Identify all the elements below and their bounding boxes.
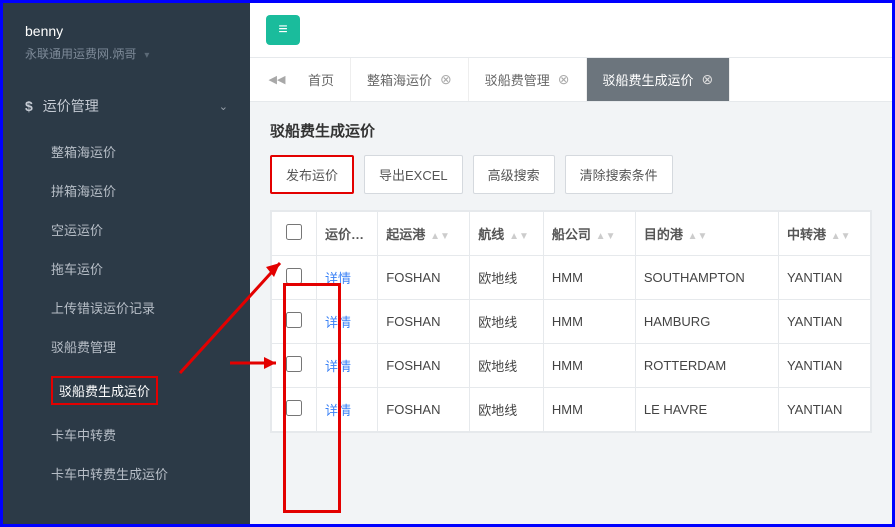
tab-2[interactable]: 驳船费管理 ⊗ [469, 58, 587, 101]
sort-icon[interactable]: ▲▼ [593, 231, 616, 242]
row-checkbox[interactable] [286, 400, 302, 416]
panel-title: 驳船费生成运价 [270, 120, 872, 141]
user-name: benny [25, 23, 228, 39]
clear-search-button[interactable]: 清除搜索条件 [565, 155, 673, 194]
cell-carrier: HMM [543, 344, 635, 388]
detail-link[interactable]: 详情 [325, 271, 351, 286]
close-icon[interactable]: ⊗ [558, 71, 570, 88]
th-route: 航线 [478, 227, 504, 242]
sort-icon[interactable]: ▲▼ [685, 231, 708, 242]
cell-dest: HAMBURG [635, 300, 778, 344]
cell-origin: FOSHAN [378, 388, 470, 432]
advanced-search-button[interactable]: 高级搜索 [473, 155, 555, 194]
user-block[interactable]: benny 永联通用运费网.炳哥 [3, 3, 250, 76]
sort-icon[interactable]: ▲▼ [506, 231, 529, 242]
chevron-down-icon: ⌄ [219, 100, 228, 113]
topbar: ≡ [250, 3, 892, 58]
th-detail: 运价详情 [325, 227, 377, 242]
cell-transit: YANTIAN [778, 300, 870, 344]
action-buttons: 发布运价 导出EXCEL 高级搜索 清除搜索条件 [270, 155, 872, 194]
cell-route: 欧地线 [470, 388, 544, 432]
cell-dest: LE HAVRE [635, 388, 778, 432]
nav-section-label: 运价管理 [43, 96, 99, 116]
cell-origin: FOSHAN [378, 344, 470, 388]
publish-button[interactable]: 发布运价 [270, 155, 354, 194]
tabs-bar: ◀◀ 首页 整箱海运价 ⊗ 驳船费管理 ⊗ 驳船费生成运价 ⊗ [250, 58, 892, 102]
tab-1[interactable]: 整箱海运价 ⊗ [351, 58, 469, 101]
table-row: 详情 FOSHAN欧地线HMMLE HAVREYANTIAN [272, 388, 871, 432]
tab-label: 驳船费生成运价 [603, 70, 694, 89]
detail-link[interactable]: 详情 [325, 315, 351, 330]
sidebar-item-1[interactable]: 拼箱海运价 [3, 171, 250, 210]
cell-transit: YANTIAN [778, 256, 870, 300]
tab-label: 整箱海运价 [367, 70, 432, 89]
cell-origin: FOSHAN [378, 256, 470, 300]
th-transit: 中转港 [787, 227, 826, 242]
cell-dest: SOUTHAMPTON [635, 256, 778, 300]
close-icon[interactable]: ⊗ [440, 71, 452, 88]
tab-0[interactable]: 首页 [292, 58, 351, 101]
sidebar-item-6[interactable]: 驳船费生成运价 [3, 366, 250, 415]
cell-route: 欧地线 [470, 256, 544, 300]
row-checkbox[interactable] [286, 312, 302, 328]
cell-route: 欧地线 [470, 344, 544, 388]
sidebar-item-8[interactable]: 卡车中转费生成运价 [3, 454, 250, 493]
cell-carrier: HMM [543, 300, 635, 344]
sidebar-item-5[interactable]: 驳船费管理 [3, 327, 250, 366]
close-icon[interactable]: ⊗ [702, 71, 714, 88]
tab-label: 驳船费管理 [485, 70, 550, 89]
th-origin: 起运港 [386, 227, 425, 242]
sort-icon[interactable]: ▲▼ [828, 231, 851, 242]
detail-link[interactable]: 详情 [325, 359, 351, 374]
table-row: 详情 FOSHAN欧地线HMMHAMBURGYANTIAN [272, 300, 871, 344]
hamburger-button[interactable]: ≡ [266, 15, 300, 45]
sort-icon[interactable]: ▲▼ [427, 231, 450, 242]
cell-carrier: HMM [543, 388, 635, 432]
cell-origin: FOSHAN [378, 300, 470, 344]
th-carrier: 船公司 [552, 227, 591, 242]
sidebar-item-2[interactable]: 空运运价 [3, 210, 250, 249]
th-dest: 目的港 [644, 227, 683, 242]
cell-dest: ROTTERDAM [635, 344, 778, 388]
user-info: 永联通用运费网.炳哥 [25, 45, 228, 62]
table-row: 详情 FOSHAN欧地线HMMSOUTHAMPTONYANTIAN [272, 256, 871, 300]
cell-transit: YANTIAN [778, 344, 870, 388]
sidebar-item-7[interactable]: 卡车中转费 [3, 415, 250, 454]
detail-link[interactable]: 详情 [325, 403, 351, 418]
dollar-icon: $ [25, 98, 33, 114]
menu-icon: ≡ [278, 21, 287, 39]
row-checkbox[interactable] [286, 268, 302, 284]
sidebar-item-3[interactable]: 拖车运价 [3, 249, 250, 288]
sidebar: benny 永联通用运费网.炳哥 $ 运价管理 ⌄ 整箱海运价拼箱海运价空运运价… [3, 3, 250, 524]
nav-section-pricing[interactable]: $ 运价管理 ⌄ [3, 86, 250, 126]
export-excel-button[interactable]: 导出EXCEL [364, 155, 463, 194]
tabs-scroll-left[interactable]: ◀◀ [262, 58, 292, 101]
sidebar-item-4[interactable]: 上传错误运价记录 [3, 288, 250, 327]
sidebar-item-0[interactable]: 整箱海运价 [3, 132, 250, 171]
tab-3[interactable]: 驳船费生成运价 ⊗ [587, 58, 731, 101]
table-row: 详情 FOSHAN欧地线HMMROTTERDAMYANTIAN [272, 344, 871, 388]
cell-carrier: HMM [543, 256, 635, 300]
cell-transit: YANTIAN [778, 388, 870, 432]
sidebar-item-label: 驳船费生成运价 [51, 376, 158, 405]
results-table: 运价详情 起运港 ▲▼ 航线 ▲▼ 船公司 ▲▼ 目的港 ▲▼ 中转港 ▲▼ 详… [270, 210, 872, 433]
row-checkbox[interactable] [286, 356, 302, 372]
cell-route: 欧地线 [470, 300, 544, 344]
tab-label: 首页 [308, 70, 334, 89]
select-all-checkbox[interactable] [286, 224, 302, 240]
